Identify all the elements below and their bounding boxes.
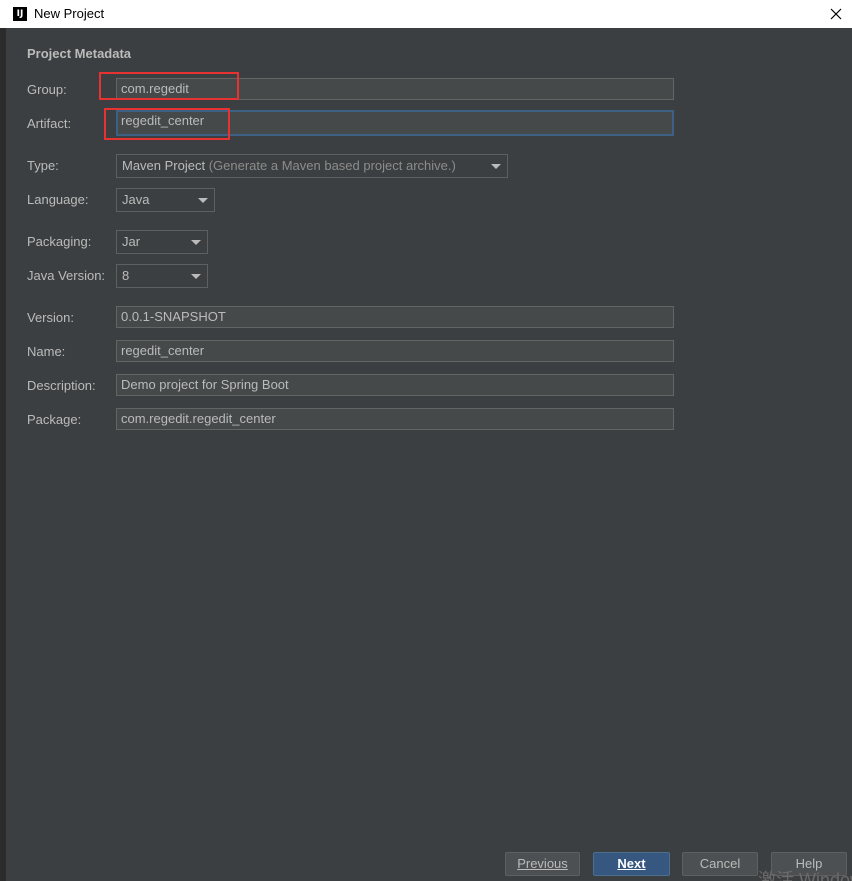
group-label: Group: — [27, 82, 67, 97]
chevron-down-icon — [491, 164, 501, 169]
close-icon[interactable] — [830, 8, 842, 20]
version-label: Version: — [27, 310, 74, 325]
name-label: Name: — [27, 344, 66, 359]
group-highlight-box — [99, 72, 239, 100]
packaging-label: Packaging: — [27, 234, 92, 249]
type-hint: (Generate a Maven based project archive.… — [208, 158, 456, 173]
package-label: Package: — [27, 412, 82, 427]
language-select[interactable]: Java — [116, 188, 215, 212]
cancel-button[interactable]: Cancel — [682, 852, 758, 876]
close-button[interactable] — [820, 0, 852, 28]
left-edge-strip — [0, 28, 6, 881]
language-value: Java — [122, 192, 150, 207]
previous-button-label: Previous — [517, 856, 568, 871]
description-field[interactable]: Demo project for Spring Boot — [116, 374, 674, 396]
artifact-label: Artifact: — [27, 116, 72, 131]
java-version-value: 8 — [122, 268, 130, 283]
window-title: New Project — [34, 6, 105, 21]
previous-button[interactable]: Previous — [505, 852, 580, 876]
packaging-value: Jar — [122, 234, 141, 249]
chevron-down-icon — [191, 274, 201, 279]
artifact-highlight-box — [104, 108, 230, 140]
packaging-select[interactable]: Jar — [116, 230, 208, 254]
title-bar: IJ New Project — [0, 0, 852, 28]
chevron-down-icon — [198, 198, 208, 203]
intellij-app-icon: IJ — [13, 7, 27, 21]
name-field[interactable]: regedit_center — [116, 340, 674, 362]
chevron-down-icon — [191, 240, 201, 245]
java-version-label: Java Version: — [27, 268, 106, 283]
version-field[interactable]: 0.0.1-SNAPSHOT — [116, 306, 674, 328]
activation-watermark: 激活 Windows — [758, 870, 852, 881]
section-title: Project Metadata — [27, 46, 132, 61]
type-value: Maven Project — [122, 158, 206, 173]
next-button-label: Next — [617, 856, 646, 871]
java-version-select[interactable]: 8 — [116, 264, 208, 288]
type-select[interactable]: Maven Project (Generate a Maven based pr… — [116, 154, 508, 178]
description-label: Description: — [27, 378, 96, 393]
type-label: Type: — [27, 158, 59, 173]
language-label: Language: — [27, 192, 89, 207]
next-button[interactable]: Next — [593, 852, 670, 876]
package-field[interactable]: com.regedit.regedit_center — [116, 408, 674, 430]
